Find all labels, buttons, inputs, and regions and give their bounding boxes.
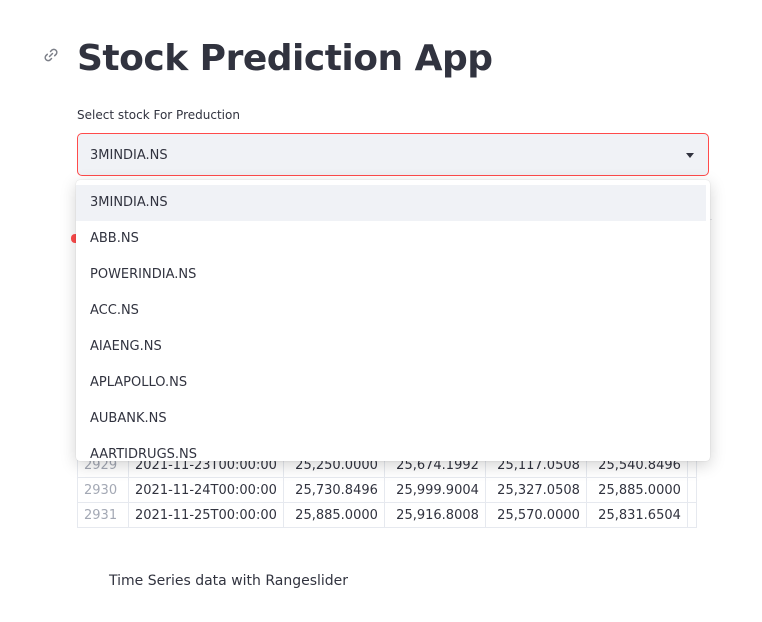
extra-cell <box>686 502 697 528</box>
extra-cell <box>686 477 697 503</box>
close-cell: 25,885.0000 <box>585 477 688 503</box>
table-row: 2931 2021-11-25T00:00:00 25,885.0000 25,… <box>77 502 697 528</box>
row-index: 2930 <box>77 477 129 503</box>
dropdown-option[interactable]: ABB.NS <box>76 221 706 257</box>
row-index: 2931 <box>77 502 129 528</box>
close-cell: 25,831.6504 <box>585 502 688 528</box>
open-cell: 25,730.8496 <box>282 477 385 503</box>
link-icon[interactable] <box>41 45 61 65</box>
chevron-down-icon[interactable] <box>686 153 694 158</box>
open-cell: 25,885.0000 <box>282 502 385 528</box>
low-cell: 25,570.0000 <box>484 502 587 528</box>
high-cell: 25,916.8008 <box>383 502 486 528</box>
dropdown-option[interactable]: POWERINDIA.NS <box>76 257 706 293</box>
dropdown-option[interactable]: AUBANK.NS <box>76 401 706 437</box>
low-cell: 25,327.0508 <box>484 477 587 503</box>
select-label: Select stock For Preduction <box>77 108 240 122</box>
dropdown-option[interactable]: APLAPOLLO.NS <box>76 365 706 401</box>
page-title: Stock Prediction App <box>77 38 493 79</box>
chart-section-caption: Time Series data with Rangeslider <box>109 573 349 589</box>
dropdown-option[interactable]: ACC.NS <box>76 293 706 329</box>
stock-dropdown-menu[interactable]: 3MINDIA.NS ABB.NS POWERINDIA.NS ACC.NS A… <box>76 180 710 461</box>
date-cell: 2021-11-25T00:00:00 <box>128 502 284 528</box>
data-table[interactable]: 2929 2021-11-23T00:00:00 25,250.0000 25,… <box>77 452 697 528</box>
dropdown-option[interactable]: 3MINDIA.NS <box>76 185 706 221</box>
stock-select[interactable]: 3MINDIA.NS <box>77 133 709 176</box>
date-cell: 2021-11-24T00:00:00 <box>128 477 284 503</box>
dropdown-option[interactable]: AIAENG.NS <box>76 329 706 365</box>
table-row: 2930 2021-11-24T00:00:00 25,730.8496 25,… <box>77 477 697 503</box>
select-value: 3MINDIA.NS <box>90 148 168 163</box>
dropdown-option[interactable]: AARTIDRUGS.NS <box>76 437 706 461</box>
high-cell: 25,999.9004 <box>383 477 486 503</box>
